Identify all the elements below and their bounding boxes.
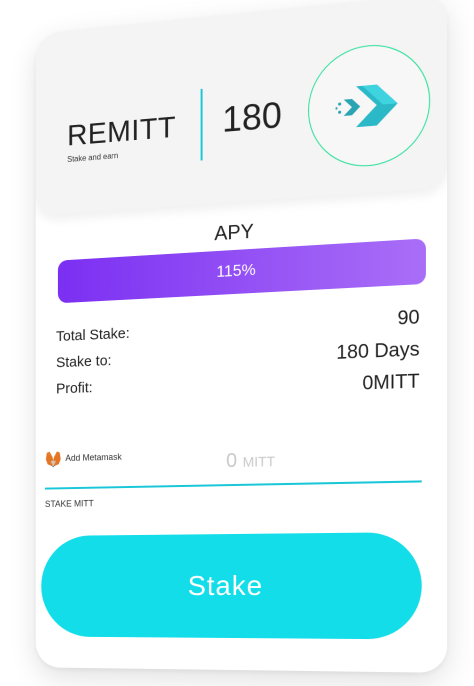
- amount-unit: MITT: [242, 452, 276, 470]
- stake-amount-input[interactable]: 0 MITT: [226, 449, 275, 473]
- stake-to-label: Stake to:: [56, 352, 112, 372]
- total-stake-value: 90: [397, 306, 420, 330]
- stage: REMITT Stake and earn 180 APY 115% Total…: [0, 0, 474, 686]
- profit-label: Profit:: [56, 379, 93, 398]
- stake-to-value: 180 Days: [336, 338, 420, 364]
- stake-days: 180: [222, 93, 282, 140]
- stake-mitt-label: STAKE MITT: [44, 498, 94, 509]
- logo-badge: [308, 39, 431, 171]
- staking-card: REMITT Stake and earn 180 APY 115% Total…: [35, 0, 448, 673]
- token-name: REMITT: [67, 110, 176, 153]
- total-stake-label: Total Stake:: [56, 325, 130, 346]
- amount-underline: [44, 480, 422, 490]
- amount-value: 0: [226, 449, 238, 473]
- header-divider: [200, 88, 203, 161]
- metamask-fox-icon[interactable]: [45, 450, 62, 468]
- card-header: REMITT Stake and earn 180: [35, 0, 448, 216]
- apy-value: 115%: [216, 261, 256, 281]
- remitt-chevron-logo-icon: [335, 82, 398, 128]
- token-subtitle: Stake and earn: [67, 151, 119, 164]
- profit-value: 0MITT: [362, 370, 420, 395]
- stake-button[interactable]: Stake: [41, 532, 422, 640]
- add-metamask-button[interactable]: Add Metamask: [65, 452, 121, 463]
